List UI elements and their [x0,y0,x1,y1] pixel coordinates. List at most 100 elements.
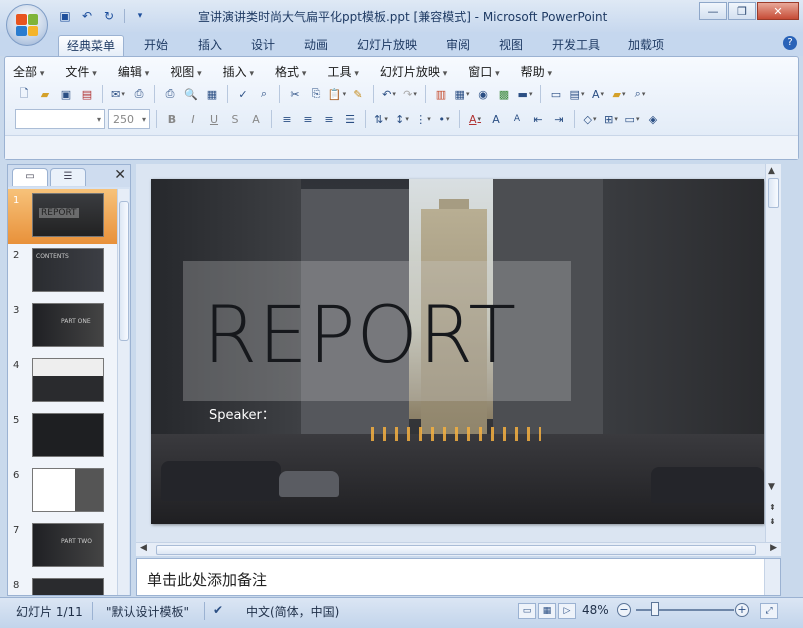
shadow-icon[interactable]: S [226,110,244,128]
spelling-icon[interactable]: ✓ [234,85,252,103]
char-spacing-icon[interactable]: A [247,110,265,128]
format-painter-icon[interactable]: ✎ [349,85,367,103]
customize-icon[interactable]: ▾ [131,7,149,25]
menu-all[interactable]: 全部 [13,63,44,80]
cut-icon[interactable]: ✂ [286,85,304,103]
save-icon[interactable]: ▣ [57,85,75,103]
preview-icon[interactable]: 🔍 [182,85,200,103]
menu-slideshow[interactable]: 幻灯片放映 [380,63,447,80]
undo-icon[interactable]: ↶ [78,7,96,25]
tab-animation[interactable]: 动画 [296,35,336,57]
menu-tools[interactable]: 工具 [327,63,358,80]
increase-indent-icon[interactable]: ⇥ [550,110,568,128]
edit-vertical-scrollbar[interactable]: ▲ ▼ ⇞ ⇟ [765,164,781,542]
previous-slide-icon[interactable]: ⇞ [769,503,776,512]
menu-view[interactable]: 视图 [170,63,201,80]
italic-icon[interactable]: I [184,110,202,128]
bullets-icon[interactable]: • [435,110,453,128]
fill-color-icon[interactable]: ▬ [516,85,534,103]
notes-placeholder[interactable]: 单击此处添加备注 [147,569,267,590]
notes-pane[interactable]: 单击此处添加备注 [136,558,781,596]
menu-window[interactable]: 窗口 [468,63,499,80]
justify-icon[interactable]: ☰ [341,110,359,128]
open-icon[interactable]: ▰ [36,85,54,103]
scrollbar-thumb[interactable] [119,201,129,341]
underline-icon[interactable]: U [205,110,223,128]
scroll-up-icon[interactable]: ▲ [768,166,775,176]
folder-icon[interactable]: ▰ [610,85,628,103]
grid-icon[interactable]: ▦ [203,85,221,103]
menu-insert[interactable]: 插入 [223,63,254,80]
tab-addins[interactable]: 加载项 [620,35,672,57]
new-slide-icon[interactable]: ▭ [547,85,565,103]
slide-thumbnail-3[interactable]: 3 PART ONE [8,299,118,354]
slide-thumbnail-4[interactable]: 4 [8,354,118,409]
zoom-out-icon[interactable]: − [617,603,631,617]
align-center-icon[interactable]: ≡ [299,110,317,128]
slide-thumbnail-7[interactable]: 7 PART TWO [8,519,118,574]
tab-design[interactable]: 设计 [243,35,283,57]
current-slide[interactable]: REPORT Speaker： [151,179,764,524]
slideshow-view-icon[interactable]: ▷ [558,603,576,619]
minimize-icon[interactable]: — [699,2,727,20]
redo-icon[interactable]: ↷ [401,85,419,103]
decrease-indent-icon[interactable]: ⇤ [529,110,547,128]
spelling-check-icon[interactable]: ✔ [213,603,223,617]
layout-icon[interactable]: ▤ [568,85,586,103]
new-icon[interactable]: 🗋 [15,85,33,103]
redo-icon[interactable]: ↻ [100,7,118,25]
save-icon[interactable]: ▣ [56,7,74,25]
notes-scrollbar[interactable] [764,559,780,595]
tab-home[interactable]: 开始 [136,35,176,57]
tab-classic-menu[interactable]: 经典菜单 [58,35,125,57]
font-color-icon[interactable]: A [466,110,484,128]
paste-icon[interactable]: 📋 [328,85,346,103]
menu-help[interactable]: 帮助 [521,63,552,80]
outline-tab[interactable]: ☰ [50,168,86,186]
tab-view[interactable]: 视图 [491,35,531,57]
scrollbar-thumb[interactable] [768,178,779,208]
undo-icon[interactable]: ↶ [380,85,398,103]
slide-thumbnail-5[interactable]: 5 [8,409,118,464]
edit-horizontal-scrollbar[interactable]: ◀ ▶ [136,542,781,556]
shapes-icon[interactable]: ◇ [581,110,599,128]
next-slide-icon[interactable]: ⇟ [769,517,776,526]
textbox-icon[interactable]: A [589,85,607,103]
language[interactable]: 中文(简体，中国) [246,603,339,620]
office-button[interactable] [6,4,48,46]
help-icon[interactable]: ? [783,36,797,50]
fit-window-icon[interactable]: ⤢ [760,603,778,619]
scroll-down-icon[interactable]: ▼ [768,482,775,492]
panel-scrollbar[interactable] [117,189,129,595]
grow-font-icon[interactable]: A [487,110,505,128]
quick-styles-icon[interactable]: ▭ [623,110,641,128]
copy-icon[interactable]: ⎘ [307,85,325,103]
numbering-icon[interactable]: ⋮ [414,110,432,128]
permission-icon[interactable]: ▤ [78,85,96,103]
shape-fill-icon[interactable]: ◈ [644,110,662,128]
print-icon[interactable]: ⎙ [161,85,179,103]
zoom-slider-thumb[interactable] [651,602,659,616]
zoom-in-icon[interactable]: + [735,603,749,617]
menu-file[interactable]: 文件 [65,63,96,80]
font-name-combo[interactable] [15,109,105,129]
email-icon[interactable]: ✉ [109,85,127,103]
font-size-combo[interactable]: 250 [108,109,150,129]
align-right-icon[interactable]: ≡ [320,110,338,128]
close-icon[interactable]: ✕ [757,2,799,20]
zoom-level[interactable]: 48% [582,603,609,617]
slide-thumbnail-2[interactable]: 2 CONTENTS [8,244,118,299]
align-left-icon[interactable]: ≡ [278,110,296,128]
bold-icon[interactable]: B [163,110,181,128]
slide-sorter-icon[interactable]: ▦ [538,603,556,619]
tab-developer[interactable]: 开发工具 [544,35,608,57]
scroll-left-icon[interactable]: ◀ [140,543,147,553]
chart-icon[interactable]: ▥ [432,85,450,103]
theme-name[interactable]: "默认设计模板" [106,603,189,620]
text-direction-icon[interactable]: ⇅ [372,110,390,128]
normal-view-icon[interactable]: ▭ [518,603,536,619]
clipart-icon[interactable]: ◉ [474,85,492,103]
research-icon[interactable]: ⌕ [255,85,273,103]
print-preview-icon[interactable]: ⎙ [130,85,148,103]
shrink-font-icon[interactable]: A [508,110,526,128]
